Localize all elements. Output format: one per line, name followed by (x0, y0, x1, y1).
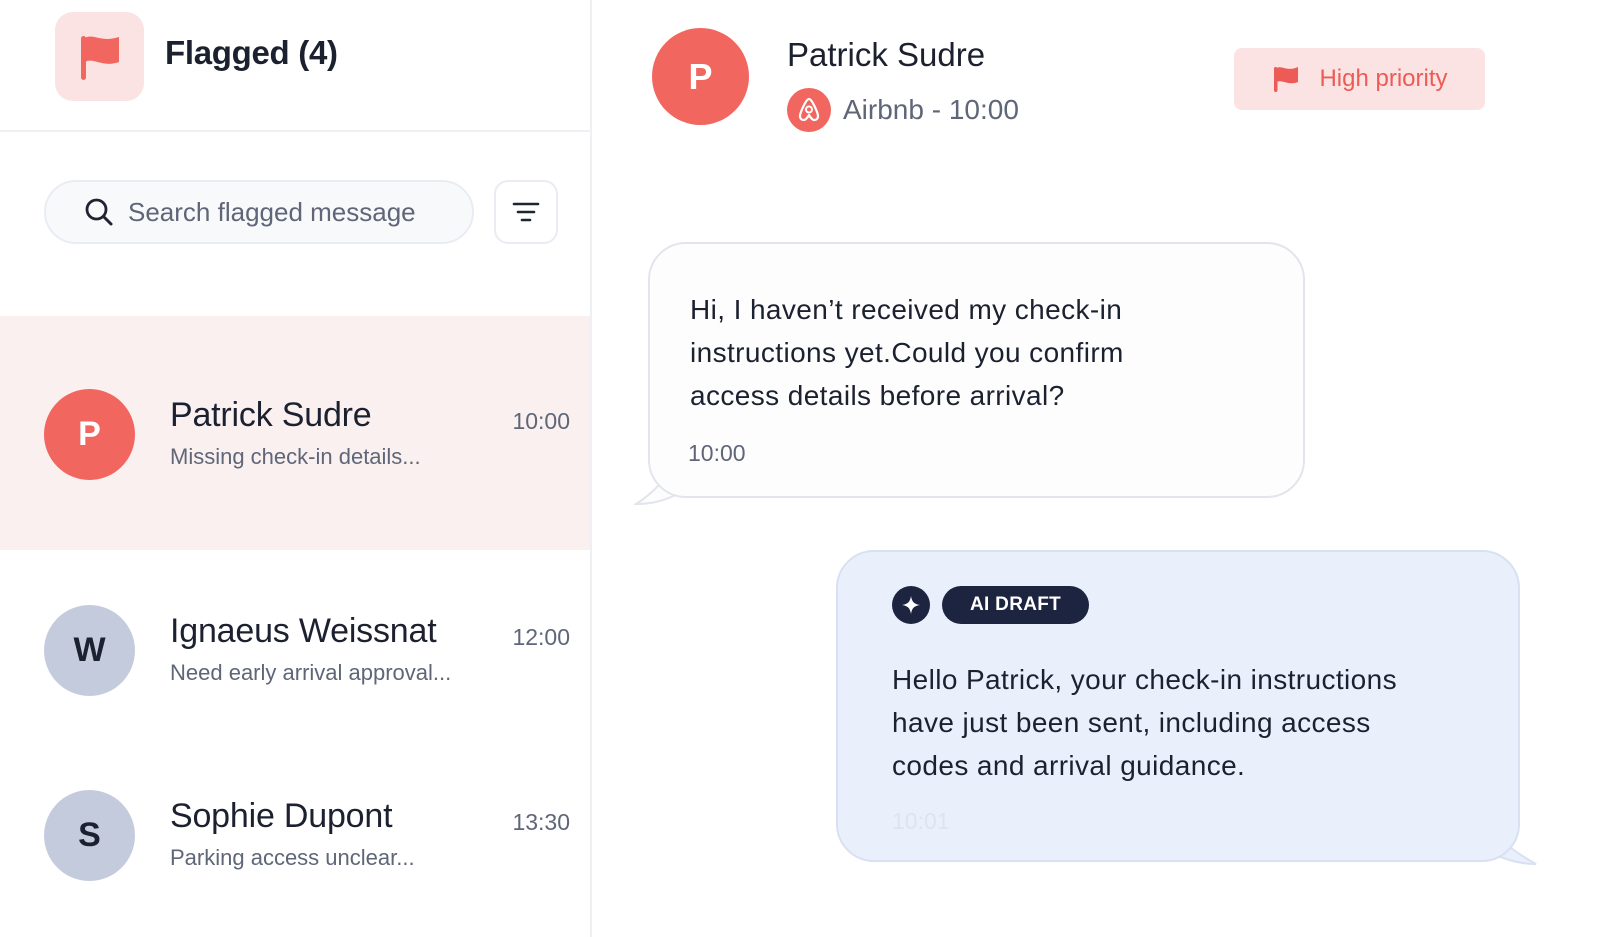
conversation-item-patrick[interactable]: P Patrick Sudre Missing check-in details… (0, 316, 590, 550)
filter-icon (512, 202, 540, 222)
avatar: S (44, 790, 135, 881)
conversation-item-ignaeus[interactable]: W Ignaeus Weissnat Need early arrival ap… (0, 590, 590, 730)
avatar: P (44, 389, 135, 480)
ai-draft-text: Hello Patrick, your check-in instruction… (892, 664, 1398, 781)
contact-avatar: P (652, 28, 749, 125)
flag-icon (80, 35, 119, 80)
ai-draft-badge: AI DRAFT (942, 586, 1090, 624)
search-box[interactable] (44, 180, 474, 244)
ai-draft-message[interactable]: AI DRAFT Hello Patrick, your check-in in… (836, 550, 1520, 862)
sidebar-title: Flagged (4) (165, 34, 338, 71)
message-time: 10:01 (892, 808, 950, 834)
conversation-time: 13:30 (512, 809, 570, 835)
flag-tile (55, 12, 144, 101)
contact-name: Patrick Sudre (787, 36, 986, 73)
flag-icon (1274, 67, 1299, 92)
sidebar-header: Flagged (4) (0, 0, 590, 132)
sparkle-icon (892, 586, 930, 624)
ai-draft-header: AI DRAFT (892, 586, 1090, 624)
conversation-time: 12:00 (512, 624, 570, 650)
incoming-message: Hi, I haven’t received my check-in instr… (648, 242, 1305, 498)
conversation-panel: P Patrick Sudre Airbnb - 10:00 High prio… (592, 0, 1600, 937)
priority-label: High priority (1319, 65, 1448, 92)
conversation-name: Ignaeus Weissnat (170, 612, 437, 650)
conversation-preview: Parking access unclear... (170, 845, 415, 870)
message-source: Airbnb - 10:00 (787, 88, 1019, 132)
airbnb-icon (787, 88, 831, 132)
priority-badge[interactable]: High priority (1234, 48, 1485, 110)
conversation-preview: Need early arrival approval... (170, 660, 452, 685)
flagged-sidebar: Flagged (4) P Patrick Sudre Missing chec… (0, 0, 592, 937)
app: Flagged (4) P Patrick Sudre Missing chec… (0, 0, 1600, 937)
search-input[interactable] (128, 196, 448, 228)
conversation-name: Patrick Sudre (170, 396, 372, 434)
conversation-preview: Missing check-in details... (170, 444, 421, 469)
conversation-item-sophie[interactable]: S Sophie Dupont Parking access unclear..… (0, 775, 590, 915)
conversation-name: Sophie Dupont (170, 797, 393, 835)
search-icon (84, 197, 114, 227)
incoming-message-text: Hi, I haven’t received my check-in instr… (690, 294, 1124, 411)
source-text: Airbnb - 10:00 (843, 94, 1019, 125)
conversation-time: 10:00 (512, 408, 570, 434)
avatar: W (44, 605, 135, 696)
message-time: 10:00 (688, 440, 746, 466)
filter-button[interactable] (494, 180, 558, 244)
